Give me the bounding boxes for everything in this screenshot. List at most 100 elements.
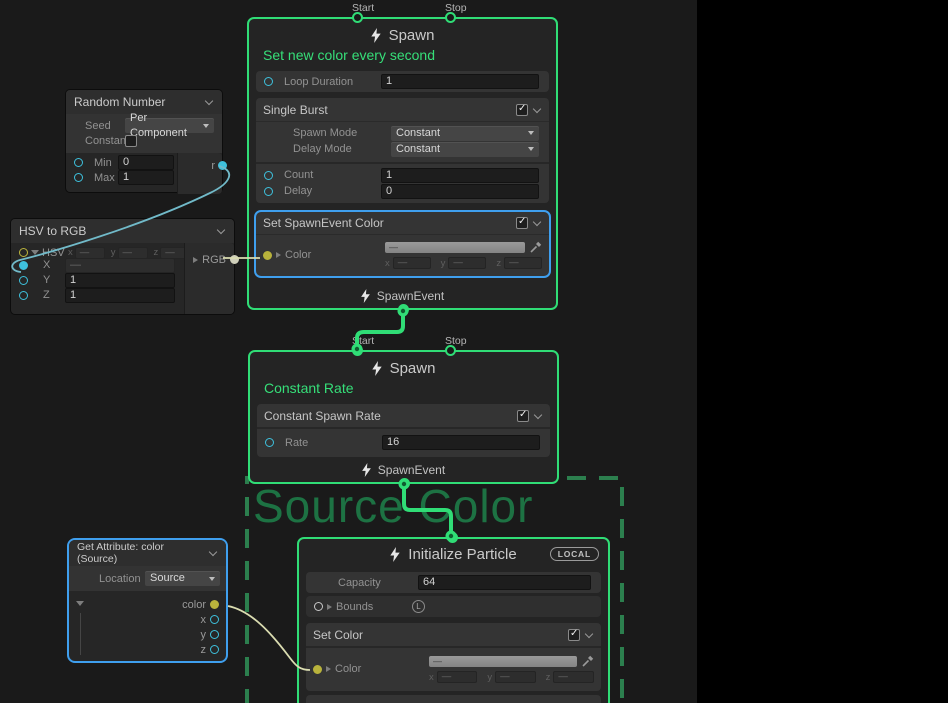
location-dropdown[interactable]: Source — [145, 571, 220, 586]
local-bounds-icon[interactable]: L — [412, 600, 425, 613]
start-flow-port[interactable] — [352, 12, 363, 23]
context-titlebar[interactable]: Spawn — [250, 352, 557, 377]
max-port[interactable] — [74, 173, 83, 182]
context-subtitle[interactable]: Constant Rate — [250, 377, 557, 401]
loop-duration-port[interactable] — [264, 77, 273, 86]
capacity-block[interactable]: Capacity 64 — [306, 572, 601, 593]
hsv-to-rgb-titlebar[interactable]: HSV to RGB — [11, 219, 234, 243]
hsv-to-rgb-node[interactable]: HSV to RGB RGB HSV x— y— z— X — [10, 218, 235, 315]
constant-spawn-rate-checkbox[interactable] — [517, 410, 529, 422]
hsv-y-field[interactable]: — — [118, 247, 148, 259]
context-titlebar[interactable]: Spawn — [249, 19, 556, 44]
set-color-label: Set Color — [313, 628, 363, 642]
capacity-field[interactable]: 64 — [418, 575, 591, 590]
count-port[interactable] — [264, 171, 273, 180]
stop-flow-port[interactable] — [445, 345, 456, 356]
color-x-field[interactable]: — — [437, 671, 478, 683]
single-burst-header[interactable]: Single Burst — [256, 98, 549, 121]
color-y-field[interactable]: — — [495, 671, 536, 683]
eyedropper-icon[interactable] — [582, 655, 594, 667]
node-collapse-icon[interactable] — [205, 97, 213, 105]
color-input-port[interactable] — [263, 251, 272, 260]
graph-canvas[interactable]: Source Color Start Stop Spawn Set new co… — [0, 0, 697, 703]
expand-down-icon[interactable] — [76, 601, 84, 606]
single-burst-checkbox[interactable] — [516, 104, 528, 116]
expand-right-icon[interactable] — [276, 252, 281, 258]
hsv-input-port[interactable] — [19, 248, 28, 257]
get-attribute-titlebar[interactable]: Get Attribute: color (Source) — [69, 540, 226, 566]
constant-spawn-rate-collapse-icon[interactable] — [534, 410, 542, 418]
rgb-output-port[interactable] — [230, 255, 239, 264]
z-output-port[interactable] — [210, 645, 219, 654]
eyedropper-icon[interactable] — [530, 241, 542, 253]
set-color-header[interactable]: Set Color — [306, 623, 601, 646]
spawn-context-color[interactable]: Start Stop Spawn Set new color every sec… — [247, 17, 558, 310]
y-output-port[interactable] — [210, 630, 219, 639]
expand-down-icon[interactable] — [31, 250, 39, 255]
constant-checkbox[interactable] — [125, 135, 137, 147]
delay-mode-dropdown[interactable]: Constant — [391, 142, 539, 157]
constant-spawn-rate-header[interactable]: Constant Spawn Rate — [257, 404, 550, 427]
context-subtitle[interactable]: Set new color every second — [249, 44, 556, 68]
node-collapse-icon[interactable] — [209, 548, 217, 556]
random-number-node[interactable]: Random Number Seed Per Component Constan… — [65, 89, 223, 193]
x-output-port[interactable] — [210, 615, 219, 624]
y-field[interactable]: 1 — [65, 273, 175, 288]
color-output-port[interactable] — [210, 600, 219, 609]
min-port[interactable] — [74, 158, 83, 167]
next-block-partial[interactable] — [306, 695, 601, 703]
set-spawnevent-color-block[interactable]: Set SpawnEvent Color Color — x — [254, 210, 551, 278]
y-input-port[interactable] — [19, 276, 28, 285]
expand-right-icon[interactable] — [326, 666, 331, 672]
z-input-port[interactable] — [19, 291, 28, 300]
seed-dropdown[interactable]: Per Component — [125, 118, 214, 133]
spawnevent-output-port[interactable] — [399, 478, 410, 489]
min-field[interactable]: 0 — [118, 155, 174, 170]
delay-port[interactable] — [264, 187, 273, 196]
node-collapse-icon[interactable] — [217, 226, 225, 234]
set-spawnevent-color-checkbox[interactable] — [516, 217, 528, 229]
stop-flow-port[interactable] — [445, 12, 456, 23]
loop-duration-field[interactable]: 1 — [381, 74, 539, 89]
get-attribute-node[interactable]: Get Attribute: color (Source) Location S… — [67, 538, 228, 663]
z-field[interactable]: 1 — [65, 288, 175, 303]
initialize-input-port[interactable] — [447, 532, 458, 543]
delay-field[interactable]: 0 — [381, 184, 539, 199]
color-y-field[interactable]: — — [448, 257, 486, 269]
expand-right-icon[interactable] — [327, 604, 332, 610]
x-input-port[interactable] — [19, 261, 28, 270]
constant-spawn-rate-block[interactable]: Constant Spawn Rate Rate 16 — [257, 404, 550, 457]
x-field[interactable]: — — [65, 258, 175, 273]
single-burst-block[interactable]: Single Burst Spawn Mode Constant Delay M… — [256, 98, 549, 203]
set-spawnevent-color-header[interactable]: Set SpawnEvent Color — [256, 212, 549, 234]
rate-field[interactable]: 16 — [382, 435, 540, 450]
r-output-port[interactable] — [218, 161, 227, 170]
r-output-label: r — [211, 160, 215, 172]
spawn-mode-dropdown[interactable]: Constant — [391, 126, 539, 141]
bounds-port[interactable] — [314, 602, 323, 611]
color-x-field[interactable]: — — [393, 257, 431, 269]
set-spawnevent-color-collapse-icon[interactable] — [533, 218, 541, 226]
initialize-particle-node[interactable]: Initialize Particle LOCAL Capacity 64 Bo… — [297, 537, 610, 703]
rate-port[interactable] — [265, 438, 274, 447]
max-field[interactable]: 1 — [118, 170, 174, 185]
bounds-block[interactable]: Bounds L — [306, 596, 601, 617]
group-title[interactable]: Source Color — [253, 479, 533, 533]
color-z-field[interactable]: — — [504, 257, 542, 269]
expand-right-icon[interactable] — [193, 257, 198, 263]
loop-duration-block[interactable]: Loop Duration 1 — [256, 71, 549, 92]
set-color-collapse-icon[interactable] — [585, 629, 593, 637]
spawn-context-rate[interactable]: Start Stop Spawn Constant Rate Constant … — [248, 350, 559, 484]
color-swatch-field[interactable]: — — [385, 242, 525, 253]
hsv-x-field[interactable]: — — [75, 247, 105, 259]
context-title: Spawn — [389, 27, 435, 44]
spawnevent-output-port[interactable] — [398, 304, 409, 315]
color-swatch-field[interactable]: — — [429, 656, 577, 667]
set-color-block[interactable]: Set Color Color — x— — [306, 623, 601, 691]
color-z-field[interactable]: — — [553, 671, 594, 683]
count-field[interactable]: 1 — [381, 168, 539, 183]
single-burst-collapse-icon[interactable] — [533, 104, 541, 112]
color-input-port[interactable] — [313, 665, 322, 674]
start-flow-port[interactable] — [352, 345, 363, 356]
set-color-checkbox[interactable] — [568, 629, 580, 641]
